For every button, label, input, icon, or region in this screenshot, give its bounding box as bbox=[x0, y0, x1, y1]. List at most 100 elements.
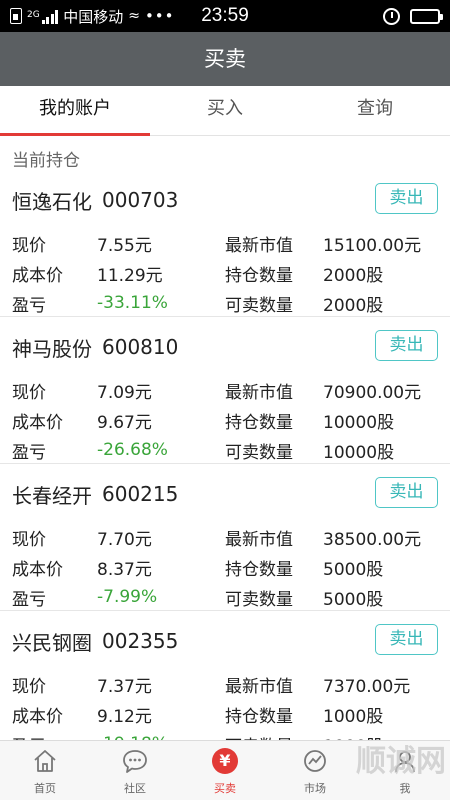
market-icon bbox=[301, 747, 329, 775]
holding-row: 成本价 9.67元 持仓数量 10000股 bbox=[12, 405, 438, 435]
sellable-label: 可卖数量 bbox=[225, 589, 293, 610]
market-value-label: 最新市值 bbox=[225, 676, 293, 697]
sellable-value: 2000股 bbox=[323, 295, 384, 316]
market-value: 15100.00元 bbox=[323, 235, 422, 256]
battery-icon bbox=[410, 8, 443, 24]
sell-button[interactable]: 卖出 bbox=[375, 330, 438, 361]
sell-button[interactable]: 卖出 bbox=[375, 477, 438, 508]
market-value-label: 最新市值 bbox=[225, 382, 293, 403]
cost-label: 成本价 bbox=[12, 559, 63, 580]
holding-card: 恒逸石化 000703 卖出 现价 7.55元 最新市值 15100.00元 成… bbox=[0, 170, 450, 317]
holdings-list: 恒逸石化 000703 卖出 现价 7.55元 最新市值 15100.00元 成… bbox=[0, 170, 450, 758]
market-value-label: 最新市值 bbox=[225, 235, 293, 256]
pl-value: -7.99% bbox=[97, 587, 158, 607]
position-label: 持仓数量 bbox=[225, 559, 293, 580]
holding-row: 成本价 9.12元 持仓数量 1000股 bbox=[12, 699, 438, 729]
price-label: 现价 bbox=[12, 382, 46, 403]
network-type: 2G bbox=[27, 9, 40, 20]
sell-button[interactable]: 卖出 bbox=[375, 183, 438, 214]
sellable-value: 10000股 bbox=[323, 442, 395, 463]
stock-name: 神马股份 bbox=[12, 336, 92, 361]
wifi-icon: ≈ bbox=[128, 8, 140, 24]
tab-buy[interactable]: 买入 bbox=[150, 86, 300, 135]
cost-value: 11.29元 bbox=[97, 265, 163, 286]
tab-bar: 我的账户 买入 查询 bbox=[0, 86, 450, 136]
cost-label: 成本价 bbox=[12, 412, 63, 433]
position-value: 1000股 bbox=[323, 706, 384, 727]
more-dots-icon: ••• bbox=[144, 7, 175, 25]
cost-value: 9.12元 bbox=[97, 706, 152, 727]
stock-name: 恒逸石化 bbox=[12, 189, 92, 214]
sim-icon bbox=[10, 8, 22, 24]
holding-row: 成本价 11.29元 持仓数量 2000股 bbox=[12, 258, 438, 288]
position-label: 持仓数量 bbox=[225, 412, 293, 433]
status-right bbox=[383, 7, 443, 25]
price-label: 现价 bbox=[12, 676, 46, 697]
sellable-label: 可卖数量 bbox=[225, 295, 293, 316]
chat-icon bbox=[121, 747, 149, 775]
sellable-label: 可卖数量 bbox=[225, 442, 293, 463]
price-value: 7.55元 bbox=[97, 235, 152, 256]
nav-trade-label: 买卖 bbox=[214, 782, 236, 795]
stock-code: 000703 bbox=[102, 188, 179, 212]
price-label: 现价 bbox=[12, 235, 46, 256]
nav-community-label: 社区 bbox=[124, 782, 146, 795]
nav-me-label: 我 bbox=[399, 782, 411, 795]
holding-card: 神马股份 600810 卖出 现价 7.09元 最新市值 70900.00元 成… bbox=[0, 317, 450, 464]
stock-name: 长春经开 bbox=[12, 483, 92, 508]
stock-name: 兴民钢圈 bbox=[12, 630, 92, 655]
nav-home[interactable]: 首页 bbox=[0, 741, 90, 800]
price-label: 现价 bbox=[12, 529, 46, 550]
pl-value: -26.68% bbox=[97, 440, 168, 460]
status-left: 2G 中国移动 ≈ ••• bbox=[10, 6, 383, 27]
nav-trade[interactable]: ¥ 买卖 bbox=[180, 741, 270, 800]
position-value: 10000股 bbox=[323, 412, 395, 433]
position-value: 2000股 bbox=[323, 265, 384, 286]
pl-value: -33.11% bbox=[97, 293, 168, 313]
market-value-label: 最新市值 bbox=[225, 529, 293, 550]
position-label: 持仓数量 bbox=[225, 706, 293, 727]
section-title: 当前持仓 bbox=[12, 151, 80, 171]
cost-label: 成本价 bbox=[12, 265, 63, 286]
sellable-value: 5000股 bbox=[323, 589, 384, 610]
signal-icon bbox=[41, 9, 59, 24]
holding-row: 成本价 8.37元 持仓数量 5000股 bbox=[12, 552, 438, 582]
holding-row: 盈亏 -26.68% 可卖数量 10000股 bbox=[12, 435, 438, 465]
sell-button[interactable]: 卖出 bbox=[375, 624, 438, 655]
position-label: 持仓数量 bbox=[225, 265, 293, 286]
price-value: 7.09元 bbox=[97, 382, 152, 403]
market-value: 70900.00元 bbox=[323, 382, 422, 403]
holding-row: 盈亏 -33.11% 可卖数量 2000股 bbox=[12, 288, 438, 318]
market-value: 38500.00元 bbox=[323, 529, 422, 550]
tab-query[interactable]: 查询 bbox=[300, 86, 450, 135]
nav-market[interactable]: 市场 bbox=[270, 741, 360, 800]
cost-label: 成本价 bbox=[12, 706, 63, 727]
status-bar: 2G 中国移动 ≈ ••• 23:59 bbox=[0, 0, 450, 32]
nav-me[interactable]: 我 bbox=[360, 741, 450, 800]
pl-label: 盈亏 bbox=[12, 589, 46, 610]
alarm-icon bbox=[383, 7, 400, 25]
price-value: 7.70元 bbox=[97, 529, 152, 550]
holding-card: 长春经开 600215 卖出 现价 7.70元 最新市值 38500.00元 成… bbox=[0, 464, 450, 611]
stock-code: 600810 bbox=[102, 335, 179, 359]
price-value: 7.37元 bbox=[97, 676, 152, 697]
stock-code: 002355 bbox=[102, 629, 179, 653]
cost-value: 9.67元 bbox=[97, 412, 152, 433]
pl-label: 盈亏 bbox=[12, 442, 46, 463]
nav-market-label: 市场 bbox=[304, 782, 326, 795]
pl-label: 盈亏 bbox=[12, 295, 46, 316]
page-title: 买卖 bbox=[0, 32, 450, 86]
user-icon bbox=[391, 747, 419, 775]
tab-my-account[interactable]: 我的账户 bbox=[0, 86, 150, 136]
holding-row: 现价 7.09元 最新市值 70900.00元 bbox=[12, 375, 438, 405]
holding-row: 现价 7.70元 最新市值 38500.00元 bbox=[12, 522, 438, 552]
holding-card: 兴民钢圈 002355 卖出 现价 7.37元 最新市值 7370.00元 成本… bbox=[0, 611, 450, 758]
holding-row: 盈亏 -7.99% 可卖数量 5000股 bbox=[12, 582, 438, 612]
yen-icon: ¥ bbox=[211, 747, 239, 775]
nav-community[interactable]: 社区 bbox=[90, 741, 180, 800]
home-icon bbox=[31, 747, 59, 775]
holding-row: 现价 7.37元 最新市值 7370.00元 bbox=[12, 669, 438, 699]
holding-row: 现价 7.55元 最新市值 15100.00元 bbox=[12, 228, 438, 258]
nav-home-label: 首页 bbox=[34, 782, 56, 795]
bottom-nav: 首页 社区 ¥ 买卖 市场 我 bbox=[0, 740, 450, 800]
